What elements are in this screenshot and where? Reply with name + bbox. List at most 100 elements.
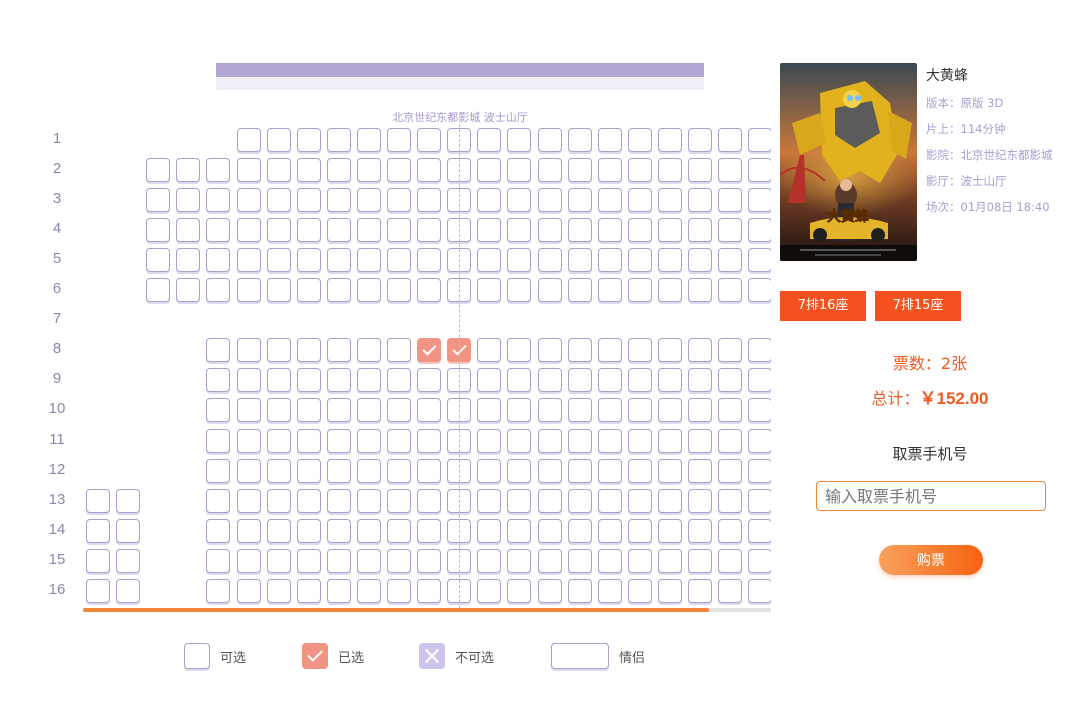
- seat[interactable]: [537, 278, 562, 303]
- seat[interactable]: [387, 158, 411, 183]
- seat[interactable]: [507, 338, 532, 363]
- seat[interactable]: [718, 548, 743, 573]
- seat[interactable]: [657, 548, 682, 573]
- seat[interactable]: [688, 578, 712, 603]
- seat[interactable]: [146, 158, 171, 183]
- seat[interactable]: [356, 518, 381, 543]
- seat[interactable]: [748, 488, 771, 513]
- seat[interactable]: [417, 218, 442, 243]
- seat[interactable]: [146, 188, 171, 213]
- seat[interactable]: [507, 158, 532, 183]
- seat[interactable]: [718, 518, 743, 543]
- seat[interactable]: [597, 398, 622, 423]
- seat[interactable]: [477, 458, 502, 483]
- seat[interactable]: [718, 398, 743, 423]
- seat[interactable]: [627, 218, 652, 243]
- seat[interactable]: [688, 458, 712, 483]
- seat[interactable]: [597, 278, 622, 303]
- seat[interactable]: [507, 278, 532, 303]
- seat[interactable]: [688, 158, 712, 183]
- seat[interactable]: [236, 398, 261, 423]
- seat[interactable]: [688, 218, 712, 243]
- seat[interactable]: [206, 248, 231, 273]
- seat[interactable]: [718, 458, 743, 483]
- seat[interactable]: [356, 338, 381, 363]
- seat[interactable]: [567, 248, 592, 273]
- seat[interactable]: [507, 578, 532, 603]
- seat[interactable]: [236, 518, 261, 543]
- seat[interactable]: [567, 518, 592, 543]
- seat[interactable]: [597, 488, 622, 513]
- seat[interactable]: [688, 248, 712, 273]
- seat[interactable]: [748, 158, 771, 183]
- seat[interactable]: [627, 548, 652, 573]
- seat[interactable]: [597, 518, 622, 543]
- seat[interactable]: [176, 188, 201, 213]
- seat[interactable]: [748, 428, 771, 453]
- seat[interactable]: [748, 548, 771, 573]
- seat[interactable]: [206, 368, 231, 393]
- seat[interactable]: [537, 128, 562, 152]
- seat[interactable]: [688, 548, 712, 573]
- seat[interactable]: [537, 368, 562, 393]
- seat[interactable]: [567, 578, 592, 603]
- seat[interactable]: [296, 128, 321, 152]
- seat[interactable]: [567, 548, 592, 573]
- seat[interactable]: [507, 248, 532, 273]
- seat[interactable]: [567, 158, 592, 183]
- seat[interactable]: [266, 428, 291, 453]
- seat[interactable]: [477, 128, 502, 152]
- seat[interactable]: [507, 188, 532, 213]
- seat[interactable]: [688, 188, 712, 213]
- seat[interactable]: [507, 398, 532, 423]
- seat[interactable]: [206, 488, 231, 513]
- seat[interactable]: [748, 278, 771, 303]
- seat[interactable]: [296, 548, 321, 573]
- seat[interactable]: [657, 338, 682, 363]
- seat[interactable]: [688, 278, 712, 303]
- seat-map-scrollbar[interactable]: [83, 608, 771, 612]
- seat[interactable]: [507, 458, 532, 483]
- seat[interactable]: [296, 368, 321, 393]
- seat[interactable]: [627, 248, 652, 273]
- seat[interactable]: [477, 158, 502, 183]
- seat[interactable]: [387, 248, 411, 273]
- seat[interactable]: [537, 398, 562, 423]
- seat[interactable]: [356, 188, 381, 213]
- seat[interactable]: [387, 398, 411, 423]
- seat[interactable]: [266, 458, 291, 483]
- seat[interactable]: [597, 218, 622, 243]
- seat[interactable]: [627, 458, 652, 483]
- seat[interactable]: [356, 578, 381, 603]
- seat[interactable]: [567, 128, 592, 152]
- seat[interactable]: [657, 368, 682, 393]
- seat[interactable]: [507, 128, 532, 152]
- seat[interactable]: [597, 548, 622, 573]
- seat[interactable]: [477, 188, 502, 213]
- seat[interactable]: [326, 578, 351, 603]
- seat[interactable]: [627, 398, 652, 423]
- seat[interactable]: [718, 158, 743, 183]
- seat[interactable]: [387, 518, 411, 543]
- seat[interactable]: [657, 578, 682, 603]
- seat[interactable]: [356, 548, 381, 573]
- seat[interactable]: [387, 578, 411, 603]
- seat[interactable]: [627, 518, 652, 543]
- seat[interactable]: [296, 458, 321, 483]
- seat[interactable]: [537, 248, 562, 273]
- seat[interactable]: [236, 158, 261, 183]
- phone-input[interactable]: [816, 481, 1046, 511]
- seat[interactable]: [537, 488, 562, 513]
- seat[interactable]: [748, 128, 771, 152]
- seat[interactable]: [266, 128, 291, 152]
- seat[interactable]: [748, 368, 771, 393]
- seat[interactable]: [597, 458, 622, 483]
- seat[interactable]: [296, 278, 321, 303]
- seat[interactable]: [417, 278, 442, 303]
- seat[interactable]: [597, 128, 622, 152]
- seat[interactable]: [748, 338, 771, 363]
- seat[interactable]: [326, 518, 351, 543]
- seat[interactable]: [206, 218, 231, 243]
- seat[interactable]: [266, 518, 291, 543]
- seat[interactable]: [296, 338, 321, 363]
